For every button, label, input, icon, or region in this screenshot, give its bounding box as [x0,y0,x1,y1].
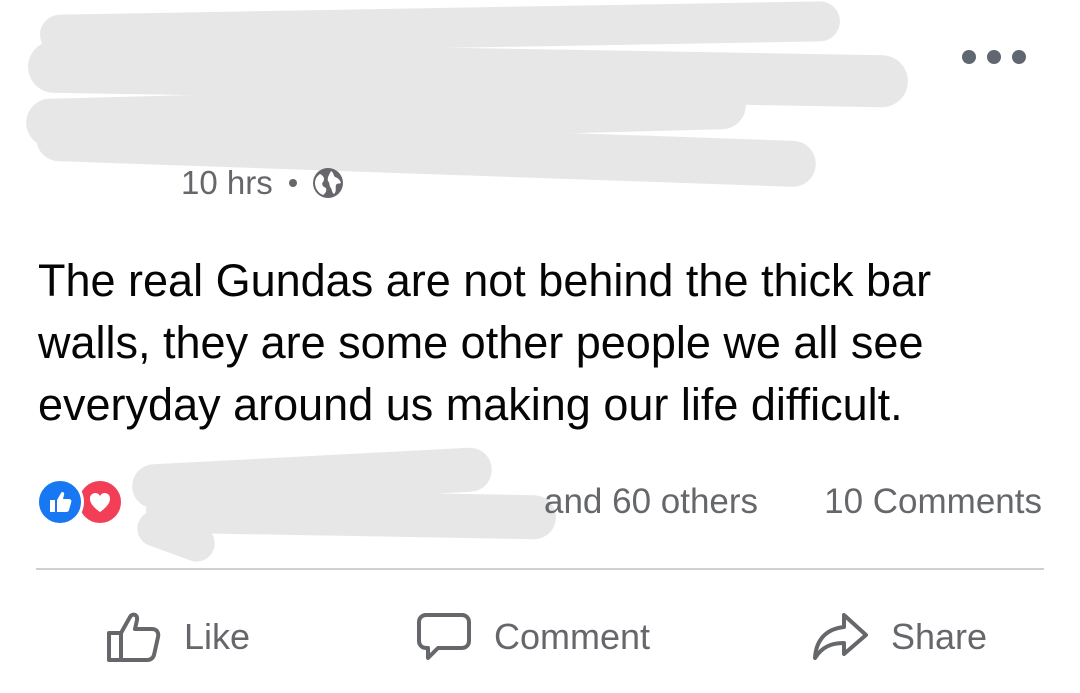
comments-count-link[interactable]: 10 Comments [824,482,1042,522]
comment-button[interactable]: Comment [416,600,650,674]
more-options-button[interactable] [962,46,1026,68]
globe-icon[interactable] [311,166,345,200]
facebook-post: 10 hrs The real Gundas are not behind th… [0,0,1080,693]
share-arrow-icon [813,613,868,660]
comment-label: Comment [494,616,651,657]
post-timestamp[interactable]: 10 hrs [181,164,273,202]
like-button[interactable]: Like [106,600,250,674]
share-label: Share [891,616,988,657]
more-options-icon [962,50,976,64]
like-label: Like [184,616,251,657]
comment-bubble-icon [417,613,471,660]
reaction-icons[interactable] [36,478,124,526]
separator-dot [288,179,297,187]
post-meta: 10 hrs [181,160,345,206]
reaction-summary-text[interactable]: and 60 others [544,482,758,522]
share-button[interactable]: Share [811,600,987,674]
post-actions: Like Comment Share [36,600,1044,674]
like-reaction-icon [36,478,84,526]
divider [36,568,1044,570]
reactions-bar: and 60 others 10 Comments [36,446,1046,567]
post-body-text: The real Gundas are not behind the thick… [38,255,932,430]
more-options-dot [987,50,1001,64]
thumbs-up-icon [107,612,161,662]
more-options-dot [1012,50,1026,64]
